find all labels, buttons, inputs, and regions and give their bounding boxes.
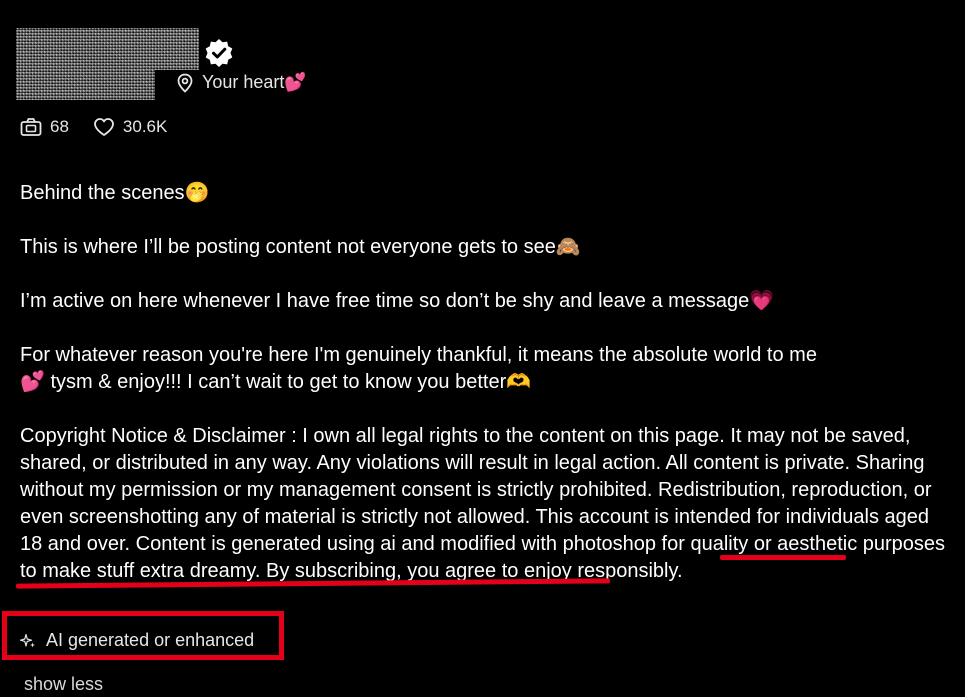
bio-line: I’m active on here whenever I have free … bbox=[20, 290, 775, 312]
highlight-underline bbox=[720, 555, 846, 560]
location-text: Your heart💕 bbox=[202, 72, 307, 92]
location-pin-icon bbox=[177, 73, 193, 93]
likes-count: 30.6K bbox=[122, 117, 168, 136]
bio-line: This is where I’ll be posting content no… bbox=[20, 236, 581, 258]
media-count-stat[interactable]: 68 bbox=[20, 117, 69, 137]
verified-badge-icon bbox=[205, 39, 233, 67]
show-less-button[interactable]: show less bbox=[24, 674, 103, 695]
ai-generated-label: AI generated or enhanced bbox=[46, 630, 255, 650]
sparkle-icon bbox=[20, 633, 35, 647]
profile-bio: Behind the scenes🤭 This is where I’ll be… bbox=[20, 180, 950, 585]
bio-disclaimer: Copyright Notice & Disclaimer : I own al… bbox=[20, 425, 946, 582]
bio-line: For whatever reason you're here I'm genu… bbox=[20, 344, 817, 393]
heart-outline-icon bbox=[94, 118, 114, 136]
media-count: 68 bbox=[50, 117, 69, 136]
ai-generated-badge: AI generated or enhanced bbox=[20, 630, 254, 651]
camera-icon bbox=[20, 118, 42, 136]
likes-count-stat[interactable]: 30.6K bbox=[93, 117, 167, 137]
bio-line: Behind the scenes🤭 bbox=[20, 182, 210, 204]
profile-stats: 68 30.6K bbox=[20, 117, 191, 137]
profile-location: Your heart💕 bbox=[176, 72, 307, 93]
